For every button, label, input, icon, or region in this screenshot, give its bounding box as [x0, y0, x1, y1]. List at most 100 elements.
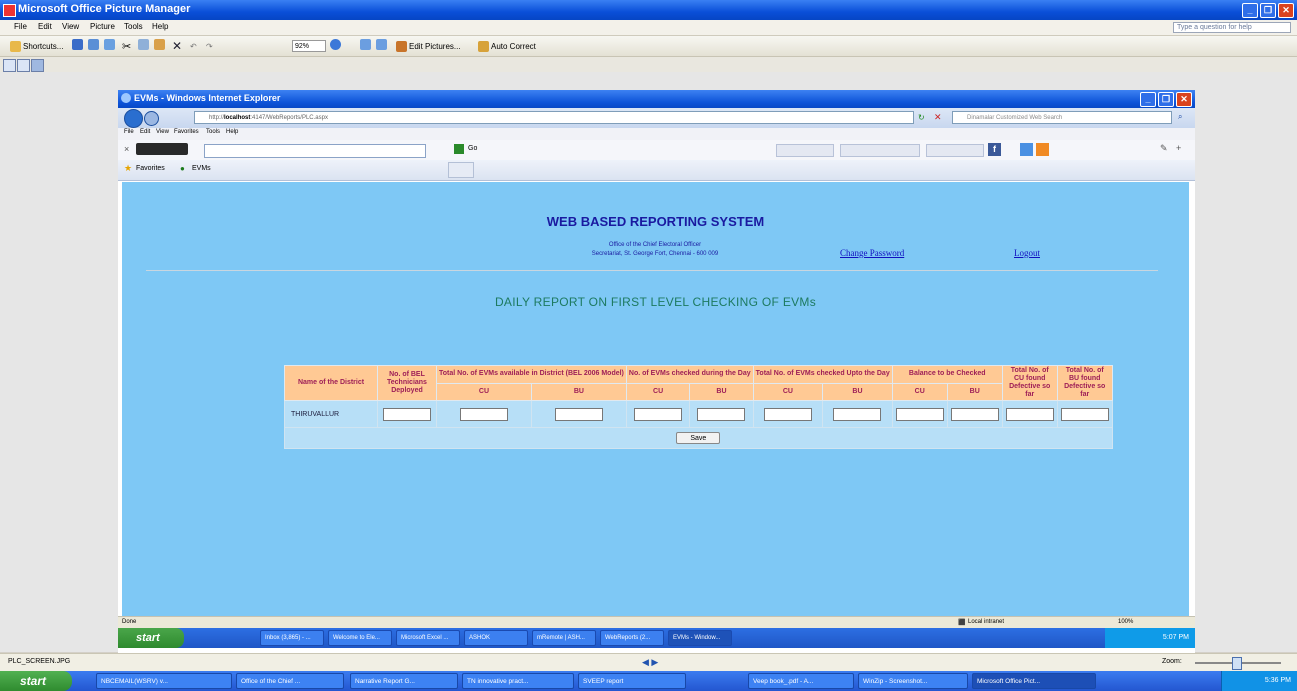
restore-button[interactable]: ❐ [1260, 3, 1276, 18]
facebook-icon[interactable]: f [988, 143, 1001, 156]
inner-task-excel[interactable]: Microsoft Excel ... [396, 630, 460, 646]
available-cu-input[interactable] [459, 407, 508, 421]
single-view-icon[interactable] [31, 59, 44, 72]
balance-cu-input[interactable] [895, 407, 944, 421]
close-toolbar-icon[interactable]: × [124, 144, 129, 154]
email-icon[interactable] [104, 39, 115, 50]
save-button[interactable]: Save [676, 432, 721, 444]
ie-menu-edit[interactable]: Edit [140, 129, 150, 135]
header-checked-day: No. of EVMs checked during the Day [625, 365, 754, 384]
back-icon[interactable] [124, 109, 143, 128]
wrench-icon[interactable]: ✎ [1160, 143, 1168, 154]
task-winzip[interactable]: WinZip - Screenshot... [858, 673, 968, 689]
zoom-slider-thumb[interactable] [1232, 657, 1242, 670]
menu-picture[interactable]: Picture [90, 22, 115, 31]
office-line-2: Secretariat, St. George Fort, Chennai - … [591, 251, 719, 257]
inner-task-inbox[interactable]: Inbox (3,865) - ... [260, 630, 324, 646]
task-narrative-report[interactable]: Narrative Report G... [350, 673, 458, 689]
rotate-right-icon[interactable] [376, 39, 387, 50]
ie-minimize-button[interactable]: _ [1140, 92, 1156, 107]
ie-menu-help[interactable]: Help [226, 129, 238, 135]
ie-menu-view[interactable]: View [156, 129, 169, 135]
cut-icon[interactable]: ✂ [122, 39, 131, 53]
checked-day-cu-input[interactable] [634, 407, 683, 421]
task-picture-manager[interactable]: Microsoft Office Pict... [972, 673, 1096, 689]
twitter-icon[interactable] [1020, 143, 1033, 156]
undo-icon[interactable]: ↶ [190, 39, 197, 53]
favorites-label[interactable]: Favorites [136, 165, 165, 172]
inner-task-mremote[interactable]: mRemote | ASH... [532, 630, 596, 646]
checked-upto-bu-input[interactable] [833, 407, 882, 421]
delete-icon[interactable]: ✕ [172, 39, 182, 53]
more-button[interactable] [926, 144, 984, 157]
url-input[interactable]: http://localhost:4147/WebReports/PLC.asp… [194, 111, 914, 124]
task-sveep-report[interactable]: SVEEP report [578, 673, 686, 689]
menu-edit[interactable]: Edit [38, 22, 52, 31]
favorites-star-icon[interactable]: ★ [124, 163, 132, 174]
cu-defective-input[interactable] [1005, 407, 1054, 421]
forward-icon[interactable] [144, 111, 159, 126]
ie-menu-tools[interactable]: Tools [206, 129, 220, 135]
toolbar-search-input[interactable] [204, 144, 426, 158]
print-icon[interactable] [88, 39, 99, 50]
rss-icon[interactable] [1036, 143, 1049, 156]
menu-view[interactable]: View [62, 22, 79, 31]
stop-icon[interactable]: ✕ [934, 112, 942, 123]
logout-link[interactable]: Logout [1014, 248, 1040, 258]
save-icon[interactable] [72, 39, 83, 50]
shortcuts-button[interactable]: Shortcuts... [10, 39, 63, 53]
available-bu-input[interactable] [554, 407, 603, 421]
refresh-icon[interactable]: ↻ [918, 113, 925, 122]
ie-menu-favorites[interactable]: Favorites [174, 129, 199, 135]
task-email[interactable]: NBCEMAIL(WSRV) v... [96, 673, 232, 689]
thumbnail-view-icon[interactable] [3, 59, 16, 72]
help-search-input[interactable]: Type a question for help [1173, 22, 1291, 33]
menu-help[interactable]: Help [152, 22, 168, 31]
close-button[interactable]: ✕ [1278, 3, 1294, 18]
zoom-icon[interactable] [330, 39, 341, 50]
checked-day-bu-input[interactable] [697, 407, 746, 421]
menu-file[interactable]: File [14, 22, 27, 31]
search-icon[interactable]: ⌕ [1178, 112, 1182, 122]
task-veep-book[interactable]: Veep book_.pdf - A... [748, 673, 854, 689]
other-sections-button[interactable] [840, 144, 920, 157]
inner-task-evms[interactable]: EVMs - Window... [668, 630, 732, 646]
change-password-link[interactable]: Change Password [840, 248, 904, 258]
page-zoom[interactable]: 100% [1118, 619, 1133, 625]
start-button[interactable]: start [0, 671, 72, 691]
task-tn-innovative[interactable]: TN innovative pract... [462, 673, 574, 689]
inner-start-button[interactable]: start [118, 628, 184, 648]
rotate-left-icon[interactable] [360, 39, 371, 50]
ie-close-button[interactable]: ✕ [1176, 92, 1192, 107]
minimize-button[interactable]: _ [1242, 3, 1258, 18]
zoom-select[interactable]: 92% [292, 40, 326, 52]
go-label[interactable]: Go [468, 145, 477, 152]
inner-task-webreports[interactable]: WebReports (2... [600, 630, 664, 646]
news-button[interactable] [776, 144, 834, 157]
web-search-input[interactable]: Dinamalar Customized Web Search [952, 111, 1172, 124]
menu-tools[interactable]: Tools [124, 22, 143, 31]
new-tab-button[interactable] [448, 162, 474, 178]
prev-next-icon[interactable]: ◀ ▶ [642, 657, 658, 668]
inner-task-ashok[interactable]: ASHOK [464, 630, 528, 646]
auto-correct-button[interactable]: Auto Correct [478, 39, 536, 53]
task-office-chief[interactable]: Office of the Chief ... [236, 673, 344, 689]
system-clock: 5:36 PM [1221, 671, 1297, 691]
ie-menu-file[interactable]: File [124, 129, 134, 135]
copy-icon[interactable] [138, 39, 149, 50]
edit-pictures-button[interactable]: Edit Pictures... [396, 39, 461, 53]
inner-task-welcome[interactable]: Welcome to Ele... [328, 630, 392, 646]
bu-defective-input[interactable] [1060, 407, 1109, 421]
header-bu-defective: Total No. of BU found Defective so far [1056, 365, 1113, 401]
tab-evms[interactable]: EVMs [192, 165, 211, 172]
add-icon[interactable]: + [1176, 143, 1181, 153]
filmstrip-view-icon[interactable] [17, 59, 30, 72]
inner-taskbar: start Inbox (3,865) - ... Welcome to Ele… [118, 628, 1195, 648]
ie-restore-button[interactable]: ❐ [1158, 92, 1174, 107]
go-icon[interactable] [454, 144, 464, 154]
technicians-input[interactable] [383, 407, 431, 421]
balance-bu-input[interactable] [950, 407, 999, 421]
checked-upto-cu-input[interactable] [763, 407, 812, 421]
redo-icon[interactable]: ↷ [206, 39, 213, 53]
paste-icon[interactable] [154, 39, 165, 50]
